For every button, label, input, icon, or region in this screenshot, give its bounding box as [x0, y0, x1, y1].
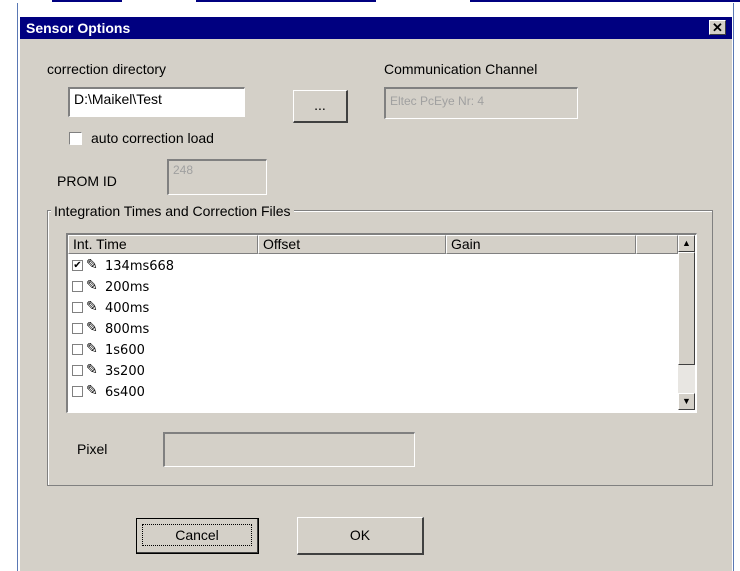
- integration-times-list[interactable]: Int. Time Offset Gain ✔ ✎ 134ms668 ✎ 200…: [66, 233, 697, 413]
- row-label: 6s400: [105, 385, 145, 400]
- correction-directory-input[interactable]: D:\Maikel\Test: [68, 87, 245, 117]
- browse-button[interactable]: ...: [293, 90, 348, 123]
- top-edge-segment: [470, 0, 740, 2]
- row-label: 400ms: [105, 301, 150, 316]
- pixel-label: Pixel: [77, 441, 108, 457]
- prom-id-label: PROM ID: [57, 173, 117, 189]
- row-label: 134ms668: [105, 259, 175, 274]
- window-edge-left: [17, 3, 18, 571]
- sensor-options-dialog: Sensor Options ✕ correction directory D:…: [20, 17, 732, 571]
- row-label: 3s200: [105, 364, 145, 379]
- column-header-gain[interactable]: Gain: [446, 235, 636, 254]
- column-header-int-time[interactable]: Int. Time: [68, 235, 258, 254]
- integration-group-title: Integration Times and Correction Files: [51, 203, 294, 219]
- ok-button[interactable]: OK: [297, 517, 424, 555]
- pixel-input: [163, 432, 415, 467]
- row-checkbox[interactable]: [72, 365, 83, 376]
- document-icon: ✎: [86, 278, 98, 294]
- close-button[interactable]: ✕: [709, 20, 726, 35]
- arrow-down-icon: ▼: [682, 396, 691, 406]
- column-header-empty: [636, 235, 678, 254]
- row-checkbox[interactable]: ✔: [72, 260, 83, 271]
- document-icon: ✎: [86, 341, 98, 357]
- document-icon: ✎: [86, 320, 98, 336]
- title-bar[interactable]: Sensor Options ✕: [20, 17, 732, 39]
- scroll-down-button[interactable]: ▼: [678, 393, 695, 410]
- document-icon: ✎: [86, 257, 98, 273]
- vertical-scrollbar[interactable]: ▲ ▼: [678, 235, 695, 410]
- communication-channel-input: Eltec PcEye Nr: 4: [384, 87, 578, 119]
- window-edge-right: [733, 3, 734, 571]
- scroll-up-button[interactable]: ▲: [678, 235, 695, 252]
- document-icon: ✎: [86, 362, 98, 378]
- dialog-title: Sensor Options: [26, 20, 131, 36]
- row-label: 1s600: [105, 343, 145, 358]
- row-label: 800ms: [105, 322, 150, 337]
- top-edge-segment: [52, 0, 122, 2]
- communication-channel-label: Communication Channel: [384, 61, 538, 77]
- close-icon: ✕: [712, 20, 723, 35]
- document-icon: ✎: [86, 299, 98, 315]
- document-icon: ✎: [86, 383, 98, 399]
- correction-directory-label: correction directory: [47, 61, 167, 77]
- row-checkbox[interactable]: [72, 386, 83, 397]
- row-checkbox[interactable]: [72, 323, 83, 334]
- top-edge: [0, 0, 740, 3]
- auto-correction-load-label: auto correction load: [91, 130, 214, 146]
- cancel-button[interactable]: Cancel: [136, 518, 259, 554]
- row-checkbox[interactable]: [72, 281, 83, 292]
- auto-correction-load-checkbox[interactable]: [69, 132, 82, 145]
- cancel-label: Cancel: [142, 524, 252, 546]
- row-checkbox[interactable]: [72, 344, 83, 355]
- arrow-up-icon: ▲: [682, 238, 691, 248]
- scroll-thumb[interactable]: [678, 252, 695, 365]
- top-edge-segment: [196, 0, 376, 2]
- row-checkbox[interactable]: [72, 302, 83, 313]
- prom-id-input: 248: [167, 159, 267, 195]
- column-header-offset[interactable]: Offset: [258, 235, 446, 254]
- row-label: 200ms: [105, 280, 150, 295]
